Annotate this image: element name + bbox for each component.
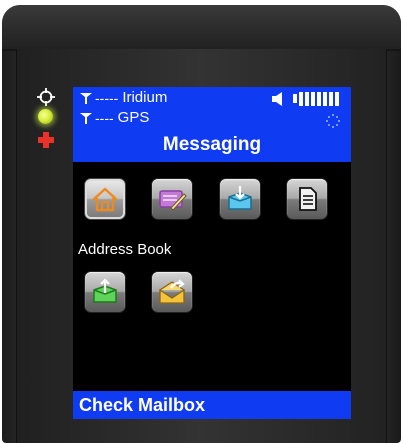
reply-envelope-button[interactable] (152, 272, 192, 312)
document-button[interactable] (287, 179, 327, 219)
compose-message-button[interactable] (152, 179, 192, 219)
sos-cross-icon (38, 132, 54, 148)
reply-envelope-icon (159, 279, 185, 304)
compose-message-icon (159, 190, 187, 211)
gps-fix-icon (326, 114, 340, 128)
power-led-icon (38, 109, 53, 124)
screen-title: Messaging (162, 134, 262, 155)
satellite-icon (80, 113, 92, 124)
inbox-button[interactable] (220, 179, 260, 219)
iridium-status: ----- Iridium (79, 89, 167, 107)
speaker-icon (272, 92, 282, 106)
inbox-icon (228, 186, 252, 210)
home-icon (92, 187, 118, 212)
device-top-bezel (2, 5, 401, 51)
document-icon (299, 187, 317, 211)
iridium-signal: ----- (95, 90, 119, 106)
gps-signal: ---- (95, 110, 114, 126)
battery-icon (293, 91, 345, 106)
outbox-button[interactable] (85, 272, 125, 312)
outbox-icon (93, 278, 117, 303)
gps-crosshair-icon (37, 88, 55, 106)
device-screen: ----- Iridium ---- GPS Messaging Address… (73, 87, 351, 419)
status-header: ----- Iridium ---- GPS Messaging (73, 87, 351, 162)
gps-status: ---- GPS (79, 109, 149, 127)
gps-label: GPS (117, 109, 150, 126)
home-button[interactable] (85, 179, 125, 219)
focused-item-label: Address Book (78, 241, 172, 258)
satellite-icon (80, 93, 92, 104)
iridium-label: Iridium (122, 89, 168, 106)
softkey-check-mailbox[interactable]: Check Mailbox (73, 391, 351, 419)
